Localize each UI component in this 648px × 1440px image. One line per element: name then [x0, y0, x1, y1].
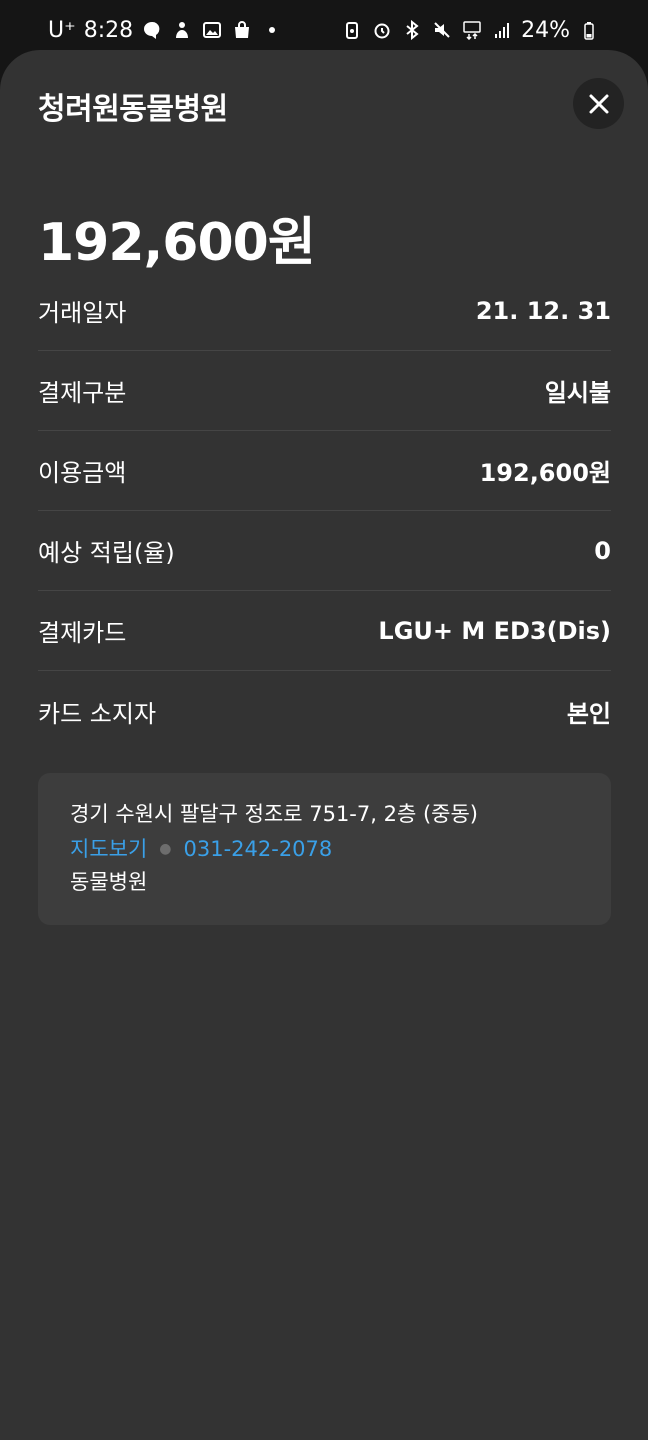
alarm-icon: [371, 19, 393, 41]
battery-saver-icon: [341, 19, 363, 41]
notification-dot-icon: [261, 19, 283, 41]
detail-label: 이용금액: [38, 459, 127, 487]
phone-link[interactable]: 031-242-2078: [184, 831, 333, 867]
shopping-bag-icon: [231, 19, 253, 41]
merchant-category: 동물병원: [70, 870, 148, 894]
battery-icon: [578, 19, 600, 41]
detail-row-expected-points: 예상 적립(율) 0: [38, 511, 611, 591]
signal-icon: [491, 19, 513, 41]
close-icon: [589, 94, 608, 113]
merchant-title: 청려원동물병원: [38, 92, 228, 127]
merchant-address: 경기 수원시 팔달구 정조로 751-7, 2층 (중동): [70, 802, 478, 826]
detail-value: LGU+ M ED3(Dis): [378, 616, 611, 645]
detail-value: 0: [594, 536, 611, 565]
chat-bubble-icon: [141, 19, 163, 41]
map-view-link[interactable]: 지도보기: [70, 831, 147, 867]
detail-row-usage-amount: 이용금액 192,600원: [38, 431, 611, 511]
clock: 8:28: [83, 17, 134, 43]
detail-label: 거래일자: [38, 299, 127, 327]
close-button[interactable]: [573, 78, 624, 129]
separator-dot: ●: [159, 841, 172, 857]
detail-label: 예상 적립(율): [38, 539, 175, 567]
detail-label: 결제구분: [38, 379, 127, 407]
detail-row-date: 거래일자 21. 12. 31: [38, 271, 611, 351]
transaction-detail-sheet: 청려원동물병원 192,600원 거래일자 21. 12. 31 결제구분 일시…: [0, 50, 648, 1440]
mute-icon: [431, 19, 453, 41]
detail-row-card-holder: 카드 소지자 본인: [38, 671, 611, 751]
detail-value: 21. 12. 31: [475, 296, 611, 325]
detail-list: 거래일자 21. 12. 31 결제구분 일시불 이용금액 192,600원 예…: [38, 271, 611, 751]
gallery-icon: [201, 19, 223, 41]
battery-percent: 24%: [521, 17, 570, 43]
merchant-links: 지도보기 ● 031-242-2078: [70, 831, 579, 867]
detail-value: 본인: [566, 699, 611, 728]
figure-icon: [171, 19, 193, 41]
transaction-amount: 192,600원: [38, 213, 316, 273]
bluetooth-icon: [401, 19, 423, 41]
detail-row-payment-type: 결제구분 일시불: [38, 351, 611, 431]
detail-label: 카드 소지자: [38, 699, 157, 728]
status-left: U⁺ 8:28: [48, 18, 283, 43]
merchant-info-box: 경기 수원시 팔달구 정조로 751-7, 2층 (중동) 지도보기 ● 031…: [38, 773, 611, 925]
detail-value: 192,600원: [479, 459, 611, 487]
detail-label: 결제카드: [38, 619, 127, 647]
5g-icon: [461, 19, 483, 41]
detail-row-payment-card: 결제카드 LGU+ M ED3(Dis): [38, 591, 611, 671]
status-right: 24%: [341, 18, 600, 43]
carrier-label: U⁺: [48, 17, 76, 43]
detail-value: 일시불: [544, 379, 611, 407]
